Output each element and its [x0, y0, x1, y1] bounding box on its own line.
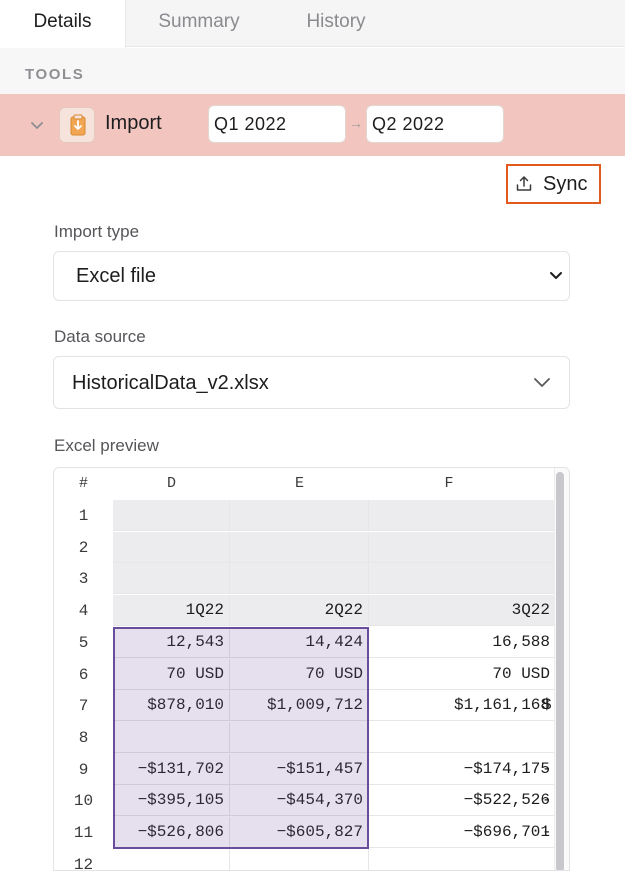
- table-cell[interactable]: −$696,701: [369, 817, 556, 848]
- table-cell[interactable]: −$526,806: [113, 817, 230, 848]
- table-cell[interactable]: 16,588: [369, 626, 556, 658]
- upload-icon: [516, 176, 532, 191]
- table-cell[interactable]: [369, 563, 556, 595]
- period-from-input[interactable]: [208, 105, 346, 143]
- row-number[interactable]: 10: [54, 785, 113, 817]
- table-cell[interactable]: [113, 563, 230, 595]
- table-cell[interactable]: [369, 721, 556, 753]
- row-number[interactable]: 1: [54, 500, 113, 532]
- table-cell[interactable]: 3Q22: [369, 595, 556, 627]
- data-source-select[interactable]: HistoricalData_v2.xlsx: [53, 356, 570, 409]
- clipboard-import-icon: [59, 107, 95, 143]
- excel-preview-label: Excel preview: [54, 436, 159, 455]
- table-cell[interactable]: 2Q22: [230, 595, 369, 627]
- scrollbar-thumb[interactable]: [556, 472, 564, 870]
- chevron-down-icon: [550, 272, 562, 279]
- tab-bar: Details Summary History: [0, 0, 625, 48]
- arrow-right-icon: →: [349, 115, 363, 131]
- row-number[interactable]: 6: [54, 659, 113, 691]
- table-cell[interactable]: −$522,526: [369, 785, 556, 817]
- data-source-value: HistoricalData_v2.xlsx: [72, 372, 269, 394]
- import-type-label: Import type: [54, 222, 140, 241]
- table-cell[interactable]: [369, 848, 556, 870]
- table-cell[interactable]: 70 USD: [230, 658, 369, 690]
- table-cell[interactable]: −$605,827: [230, 817, 369, 848]
- column-header-f[interactable]: F: [369, 468, 529, 500]
- table-cell[interactable]: [230, 848, 369, 870]
- table-cell[interactable]: −$131,702: [113, 753, 230, 785]
- tab-history[interactable]: History: [272, 0, 400, 47]
- table-cell[interactable]: $878,010: [113, 690, 230, 722]
- row-number[interactable]: 5: [54, 627, 113, 659]
- row-number[interactable]: 4: [54, 595, 113, 627]
- table-cell[interactable]: [113, 721, 230, 753]
- table-cell[interactable]: [113, 848, 230, 870]
- sync-button[interactable]: Sync: [506, 164, 601, 204]
- table-cell[interactable]: [113, 500, 230, 531]
- import-type-select[interactable]: Excel file: [53, 251, 570, 301]
- table-cell[interactable]: [230, 721, 369, 753]
- table-cell[interactable]: −$174,175: [369, 753, 556, 785]
- chevron-down-icon[interactable]: [28, 116, 46, 134]
- table-cell[interactable]: [113, 531, 230, 563]
- import-tool-row[interactable]: Import →: [0, 94, 625, 156]
- table-cell[interactable]: [230, 531, 369, 563]
- table-cell[interactable]: $1,009,712: [230, 690, 369, 722]
- section-header-tools: TOOLS: [25, 66, 85, 83]
- table-cell[interactable]: 70 USD: [369, 658, 556, 690]
- table-cell[interactable]: 12,543: [113, 626, 230, 658]
- chevron-down-icon: [534, 378, 550, 387]
- row-number[interactable]: 3: [54, 563, 113, 595]
- excel-preview-grid[interactable]: # D E F 1 2 3 4 1Q22 2Q22 3Q22 5 12,543 14,424 16,588 6…: [53, 467, 570, 871]
- data-source-label: Data source: [54, 327, 146, 346]
- import-label: Import: [105, 112, 162, 134]
- table-cell[interactable]: 14,424: [230, 626, 369, 658]
- tab-details[interactable]: Details: [0, 0, 126, 48]
- table-cell[interactable]: $1,161,168: [369, 690, 556, 722]
- row-number[interactable]: 12: [54, 849, 113, 870]
- row-number[interactable]: 7: [54, 690, 113, 722]
- period-to-input[interactable]: [366, 105, 504, 143]
- table-cell[interactable]: [369, 500, 556, 531]
- table-cell[interactable]: −$454,370: [230, 785, 369, 817]
- column-header-e[interactable]: E: [230, 468, 369, 500]
- table-cell[interactable]: [230, 500, 369, 531]
- table-cell[interactable]: [369, 531, 556, 563]
- row-number[interactable]: 2: [54, 532, 113, 564]
- tab-summary[interactable]: Summary: [126, 0, 272, 47]
- row-number[interactable]: 9: [54, 754, 113, 786]
- sync-label: Sync: [543, 173, 588, 195]
- table-cell[interactable]: −$395,105: [113, 785, 230, 817]
- column-header-index[interactable]: #: [54, 468, 113, 500]
- import-type-value: Excel file: [76, 265, 157, 287]
- column-header-d[interactable]: D: [113, 468, 230, 500]
- table-cell[interactable]: 70 USD: [113, 658, 230, 690]
- table-cell[interactable]: 1Q22: [113, 595, 230, 627]
- row-number[interactable]: 8: [54, 722, 113, 754]
- table-cell[interactable]: −$151,457: [230, 753, 369, 785]
- row-number[interactable]: 11: [54, 817, 113, 849]
- table-cell[interactable]: [230, 563, 369, 595]
